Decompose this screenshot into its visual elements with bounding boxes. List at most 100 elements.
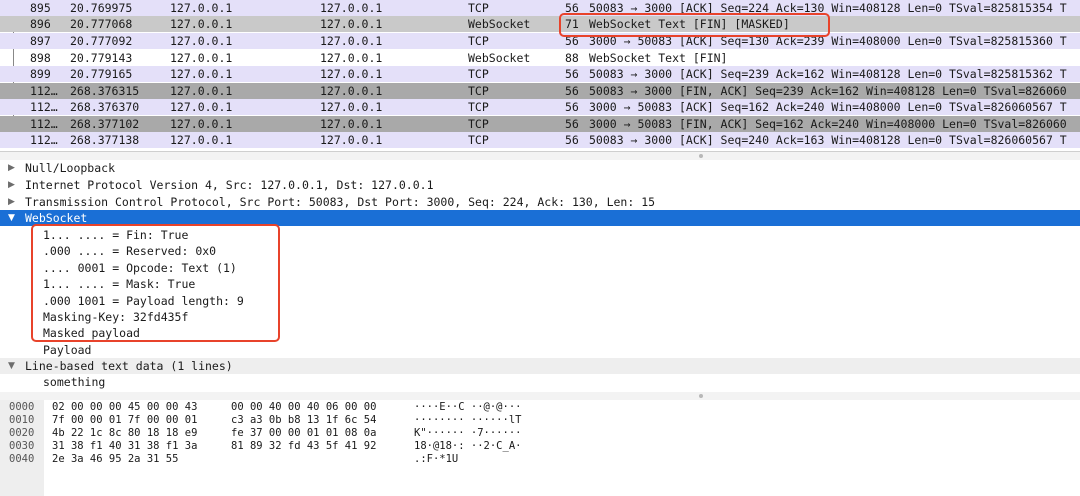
packet-row-ack-1[interactable]: 112… 268.376370 127.0.0.1 127.0.0.1 TCP … [0,99,1080,115]
ascii-bytes[interactable]: K"······ ·7······ [414,426,521,440]
line-text-something[interactable]: something [0,374,1080,390]
packet-source: 127.0.0.1 [170,67,233,81]
bytes-row[interactable]: 0010 7f 00 00 01 7f 00 00 01 c3 a3 0b b8… [0,413,1080,427]
field-label: 1... .... = Mask: True [43,277,196,291]
pane-splitter-top[interactable] [0,152,1080,160]
hex-bytes-high[interactable]: fe 37 00 00 01 01 08 0a [231,426,376,440]
packet-row-896[interactable]: 896 20.777068 127.0.0.1 127.0.0.1 WebSoc… [0,16,1080,32]
field-label: .000 .... = Reserved: 0x0 [43,244,217,258]
ascii-bytes[interactable]: ········ ······lT [414,413,521,427]
hex-bytes-high[interactable]: 00 00 40 00 40 06 00 00 [231,400,376,414]
ws-field-fin[interactable]: 1... .... = Fin: True [0,227,1080,243]
ascii-bytes[interactable]: .:F·*1U [414,452,458,466]
ws-field-masked-payload[interactable]: Masked payload [0,325,1080,341]
packet-time: 268.377102 [70,117,140,131]
field-label: something [43,375,106,389]
tree-item-websocket[interactable]: ▼ WebSocket [0,210,1080,226]
ws-field-masking-key[interactable]: Masking-Key: 32fd435f [0,309,1080,325]
bytes-row[interactable]: 0000 02 00 00 00 45 00 00 43 00 00 40 00… [0,400,1080,414]
field-label: 1... .... = Fin: True [43,228,189,242]
packet-info: 50083 → 3000 [ACK] Seq=240 Ack=163 Win=4… [589,133,1067,147]
packet-source: 127.0.0.1 [170,133,233,147]
bytes-row[interactable]: 0030 31 38 f1 40 31 38 f1 3a 81 89 32 fd… [0,439,1080,453]
hex-bytes-low[interactable]: 31 38 f1 40 31 38 f1 3a [52,439,197,453]
packet-row-897[interactable]: 897 20.777092 127.0.0.1 127.0.0.1 TCP 56… [0,33,1080,49]
packet-destination: 127.0.0.1 [320,67,383,81]
tree-item-label: Internet Protocol Version 4, Src: 127.0.… [25,178,434,192]
packet-time: 268.376315 [70,84,140,98]
packet-no: 112… [30,133,58,147]
packet-row-fin-2[interactable]: 112… 268.377102 127.0.0.1 127.0.0.1 TCP … [0,116,1080,132]
tree-item-label: Line-based text data (1 lines) [25,359,233,373]
packet-info: 3000 → 50083 [ACK] Seq=162 Ack=240 Win=4… [589,100,1067,114]
byte-offset: 0030 [9,440,35,452]
bytes-row[interactable]: 0020 4b 22 1c 8c 80 18 18 e9 fe 37 00 00… [0,426,1080,440]
packet-protocol: TCP [468,117,489,131]
packet-source: 127.0.0.1 [170,117,233,131]
packet-no: 112… [30,100,58,114]
expand-arrow-icon[interactable]: ▶ [8,194,20,210]
packet-length: 56 [565,34,579,48]
packet-length: 56 [565,100,579,114]
packet-row-fin-1[interactable]: 112… 268.376315 127.0.0.1 127.0.0.1 TCP … [0,83,1080,99]
packet-protocol: TCP [468,100,489,114]
collapse-arrow-icon[interactable]: ▼ [8,358,20,374]
hex-bytes-low[interactable]: 4b 22 1c 8c 80 18 18 e9 [52,426,197,440]
ws-field-payload[interactable]: Payload [0,342,1080,358]
packet-row-895[interactable]: 895 20.769975 127.0.0.1 127.0.0.1 TCP 56… [0,0,1080,16]
hex-bytes-low[interactable]: 2e 3a 46 95 2a 31 55 [52,452,178,466]
packet-length: 71 [565,17,579,31]
ascii-bytes[interactable]: 18·@18·: ··2·C_A· [414,439,521,453]
field-label: Masking-Key: 32fd435f [43,310,189,324]
packet-destination: 127.0.0.1 [320,17,383,31]
packet-row-899[interactable]: 899 20.779165 127.0.0.1 127.0.0.1 TCP 56… [0,66,1080,82]
field-label: .... 0001 = Opcode: Text (1) [43,261,237,275]
packet-no: 896 [30,17,51,31]
packet-source: 127.0.0.1 [170,34,233,48]
hex-bytes-high[interactable]: c3 a3 0b b8 13 1f 6c 54 [231,413,376,427]
packet-time: 20.779143 [70,51,133,65]
ws-field-mask[interactable]: 1... .... = Mask: True [0,276,1080,292]
packet-row-ack-2[interactable]: 112… 268.377138 127.0.0.1 127.0.0.1 TCP … [0,132,1080,148]
hex-bytes-low[interactable]: 02 00 00 00 45 00 00 43 [52,400,197,414]
packet-info: 3000 → 50083 [ACK] Seq=130 Ack=239 Win=4… [589,34,1067,48]
tree-item-line-based-text[interactable]: ▼ Line-based text data (1 lines) [0,358,1080,374]
packet-source: 127.0.0.1 [170,84,233,98]
packet-destination: 127.0.0.1 [320,1,383,15]
packet-info: 50083 → 3000 [ACK] Seq=224 Ack=130 Win=4… [589,1,1067,15]
splitter-grip-icon [699,394,703,398]
packet-time: 20.769975 [70,1,133,15]
expand-arrow-icon[interactable]: ▶ [8,177,20,193]
pane-splitter-bottom[interactable] [0,392,1080,400]
packet-bytes-pane[interactable]: 0000 02 00 00 00 45 00 00 43 00 00 40 00… [0,400,1080,496]
collapse-arrow-icon[interactable]: ▼ [8,210,20,226]
hex-bytes-high[interactable]: 81 89 32 fd 43 5f 41 92 [231,439,376,453]
tree-item-tcp[interactable]: ▶ Transmission Control Protocol, Src Por… [0,194,1080,210]
field-label: Payload [43,343,92,357]
packet-no: 899 [30,67,51,81]
expand-arrow-icon[interactable]: ▶ [8,160,20,176]
packet-length: 56 [565,84,579,98]
packet-details-tree[interactable]: ▶ Null/Loopback ▶ Internet Protocol Vers… [0,160,1080,392]
field-label: Masked payload [43,326,140,340]
packet-destination: 127.0.0.1 [320,100,383,114]
packet-length: 88 [565,51,579,65]
packet-length: 56 [565,67,579,81]
packet-time: 268.376370 [70,100,140,114]
bytes-row[interactable]: 0040 2e 3a 46 95 2a 31 55 .:F·*1U [0,452,1080,466]
packet-info: 50083 → 3000 [FIN, ACK] Seq=239 Ack=162 … [589,84,1067,98]
tree-item-null-loopback[interactable]: ▶ Null/Loopback [0,160,1080,176]
ws-field-payload-length[interactable]: .000 1001 = Payload length: 9 [0,293,1080,309]
packet-row-898[interactable]: 898 20.779143 127.0.0.1 127.0.0.1 WebSoc… [0,50,1080,66]
packet-list[interactable]: 895 20.769975 127.0.0.1 127.0.0.1 TCP 56… [0,0,1080,152]
ws-field-opcode[interactable]: .... 0001 = Opcode: Text (1) [0,260,1080,276]
packet-destination: 127.0.0.1 [320,34,383,48]
ws-field-reserved[interactable]: .000 .... = Reserved: 0x0 [0,243,1080,259]
packet-info: WebSocket Text [FIN] [589,51,728,65]
packet-source: 127.0.0.1 [170,1,233,15]
byte-offset: 0020 [9,427,35,439]
byte-offset: 0000 [9,401,35,413]
ascii-bytes[interactable]: ····E··C ··@·@··· [414,400,521,414]
tree-item-ipv4[interactable]: ▶ Internet Protocol Version 4, Src: 127.… [0,177,1080,193]
hex-bytes-low[interactable]: 7f 00 00 01 7f 00 00 01 [52,413,197,427]
